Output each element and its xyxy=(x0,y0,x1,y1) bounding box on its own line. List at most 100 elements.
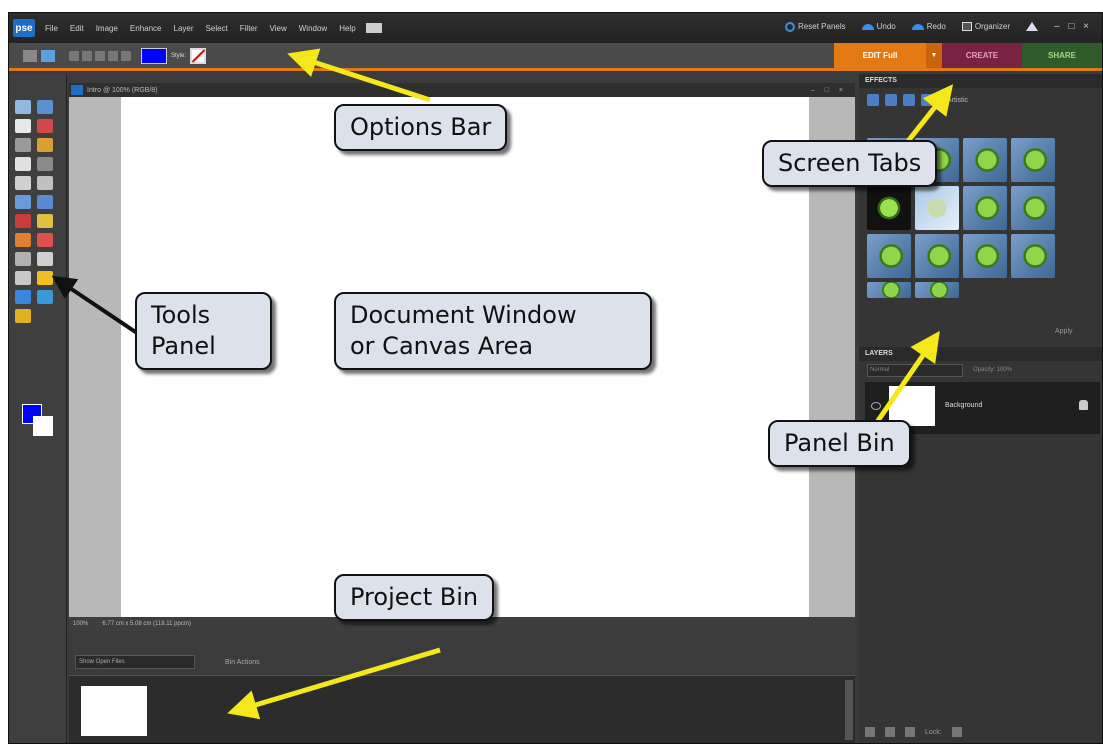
undo-button[interactable]: Undo xyxy=(861,22,896,31)
visibility-eye-icon[interactable] xyxy=(871,402,881,410)
callout-panel-bin: Panel Bin xyxy=(768,420,911,468)
open-file-thumbnail[interactable] xyxy=(81,686,147,736)
bin-actions-menu[interactable]: Bin Actions xyxy=(225,659,260,666)
apply-effect-button[interactable]: Apply xyxy=(1055,328,1073,335)
menu-file[interactable]: File xyxy=(45,24,58,33)
undo-icon xyxy=(861,23,874,30)
adjustment-layer-icon[interactable] xyxy=(885,727,895,737)
lock-all-icon[interactable] xyxy=(951,727,962,737)
new-layer-icon[interactable] xyxy=(865,727,875,737)
shape-options xyxy=(69,50,131,61)
shape-color-swatch[interactable] xyxy=(141,47,167,64)
window-controls[interactable]: – □ × xyxy=(1054,21,1092,32)
document-title-bar[interactable]: Intro @ 100% (RGB/8) – □ × xyxy=(69,83,855,97)
all-effects-icon[interactable] xyxy=(921,94,933,106)
tab-create[interactable]: CREATE xyxy=(942,43,1022,68)
marquee-tool-icon[interactable] xyxy=(15,138,31,152)
layers-panel-title[interactable]: LAYERS xyxy=(859,347,1102,361)
document-window-controls[interactable]: – □ × xyxy=(811,87,847,94)
document-size-info: 6.77 cm x 5.08 cm (118.11 ppcm) xyxy=(102,621,191,627)
effects-panel-title[interactable]: EFFECTS xyxy=(859,74,1102,88)
edit-dropdown-icon[interactable]: ▼ xyxy=(926,43,942,68)
straighten-tool-icon[interactable] xyxy=(37,195,53,209)
effects-type-buttons: Artistic xyxy=(859,88,1102,112)
magic-wand-tool-icon[interactable] xyxy=(15,157,31,171)
tab-edit[interactable]: EDIT Full xyxy=(834,43,926,68)
hand-tool-icon[interactable] xyxy=(15,119,31,133)
ellipse-shape-icon[interactable] xyxy=(95,50,105,61)
smart-brush-tool-icon[interactable] xyxy=(37,252,53,266)
organizer-button[interactable]: Organizer xyxy=(961,22,1010,31)
eyedropper-tool-icon[interactable] xyxy=(37,119,53,133)
effect-thumbnail[interactable] xyxy=(867,282,911,298)
gradient-tool-icon[interactable] xyxy=(37,271,53,285)
effect-thumbnail[interactable] xyxy=(1011,138,1055,182)
effect-thumbnail[interactable] xyxy=(867,186,911,230)
shape-tool-icon[interactable] xyxy=(15,290,31,304)
menu-select[interactable]: Select xyxy=(206,24,228,33)
crop-tool-icon[interactable] xyxy=(37,176,53,190)
sponge-tool-icon[interactable] xyxy=(15,309,31,323)
move-tool-icon[interactable] xyxy=(23,49,37,62)
menu-filter[interactable]: Filter xyxy=(240,24,258,33)
project-bin-header: Show Open Files Bin Actions xyxy=(69,653,855,671)
red-eye-tool-icon[interactable] xyxy=(15,214,31,228)
paint-bucket-tool-icon[interactable] xyxy=(15,271,31,285)
effects-category-select[interactable]: Artistic xyxy=(947,97,968,104)
background-color-swatch[interactable] xyxy=(33,416,53,436)
menu-window[interactable]: Window xyxy=(299,24,327,33)
rounded-shape-icon[interactable] xyxy=(82,50,92,61)
effect-thumbnail[interactable] xyxy=(915,282,959,298)
effect-thumbnail[interactable] xyxy=(1011,234,1055,278)
zoom-tool-icon[interactable] xyxy=(37,100,53,114)
layer-styles-icon[interactable] xyxy=(885,94,897,106)
canvas-pasteboard-left xyxy=(69,97,121,617)
effect-thumbnail[interactable] xyxy=(1011,186,1055,230)
opacity-field[interactable]: Opacity: 100% xyxy=(973,364,1012,377)
workspace-layout-icon[interactable] xyxy=(365,23,382,33)
effect-thumbnail[interactable] xyxy=(915,234,959,278)
redo-button[interactable]: Redo xyxy=(911,22,946,31)
photo-effects-icon[interactable] xyxy=(903,94,915,106)
project-bin-scrollbar[interactable] xyxy=(845,680,853,740)
effect-thumbnail[interactable] xyxy=(963,186,1007,230)
healing-brush-tool-icon[interactable] xyxy=(37,214,53,228)
tab-share[interactable]: SHARE xyxy=(1022,43,1102,68)
layers-footer: Lock: xyxy=(865,727,962,737)
delete-layer-icon[interactable] xyxy=(905,727,915,737)
effect-thumbnail[interactable] xyxy=(963,234,1007,278)
menu-enhance[interactable]: Enhance xyxy=(130,24,162,33)
brush-tool-icon[interactable] xyxy=(15,252,31,266)
style-none-swatch[interactable] xyxy=(190,47,207,64)
polygon-shape-icon[interactable] xyxy=(108,50,118,61)
reset-panels-button[interactable]: Reset Panels xyxy=(785,21,846,32)
move-tool-icon[interactable] xyxy=(15,100,31,114)
document-title: Intro @ 100% (RGB/8) xyxy=(87,86,158,94)
reset-icon xyxy=(785,21,796,32)
menu-view[interactable]: View xyxy=(270,24,287,33)
show-open-files-select[interactable]: Show Open Files xyxy=(75,655,195,669)
rect-shape-icon[interactable] xyxy=(69,50,79,61)
menu-edit[interactable]: Edit xyxy=(70,24,84,33)
effect-thumbnail[interactable] xyxy=(915,186,959,230)
filters-icon[interactable] xyxy=(867,94,879,106)
effect-thumbnail[interactable] xyxy=(963,138,1007,182)
lasso-tool-icon[interactable] xyxy=(37,138,53,152)
type-tool-icon[interactable] xyxy=(15,176,31,190)
blur-tool-icon[interactable] xyxy=(37,290,53,304)
zoom-level[interactable]: 100% xyxy=(73,621,88,627)
shape-tool-icon[interactable] xyxy=(41,49,55,62)
eraser-tool-icon[interactable] xyxy=(37,233,53,247)
cookie-cutter-tool-icon[interactable] xyxy=(15,195,31,209)
quick-select-tool-icon[interactable] xyxy=(37,157,53,171)
lock-label: Lock: xyxy=(925,728,942,736)
blend-mode-select[interactable]: Normal xyxy=(867,364,963,377)
menu-help[interactable]: Help xyxy=(339,24,355,33)
clone-stamp-tool-icon[interactable] xyxy=(15,233,31,247)
custom-shape-icon[interactable] xyxy=(121,50,131,61)
home-icon[interactable] xyxy=(1026,22,1038,31)
layer-name: Background xyxy=(945,402,983,409)
menu-image[interactable]: Image xyxy=(96,24,118,33)
menu-layer[interactable]: Layer xyxy=(174,24,194,33)
effect-thumbnail[interactable] xyxy=(867,234,911,278)
